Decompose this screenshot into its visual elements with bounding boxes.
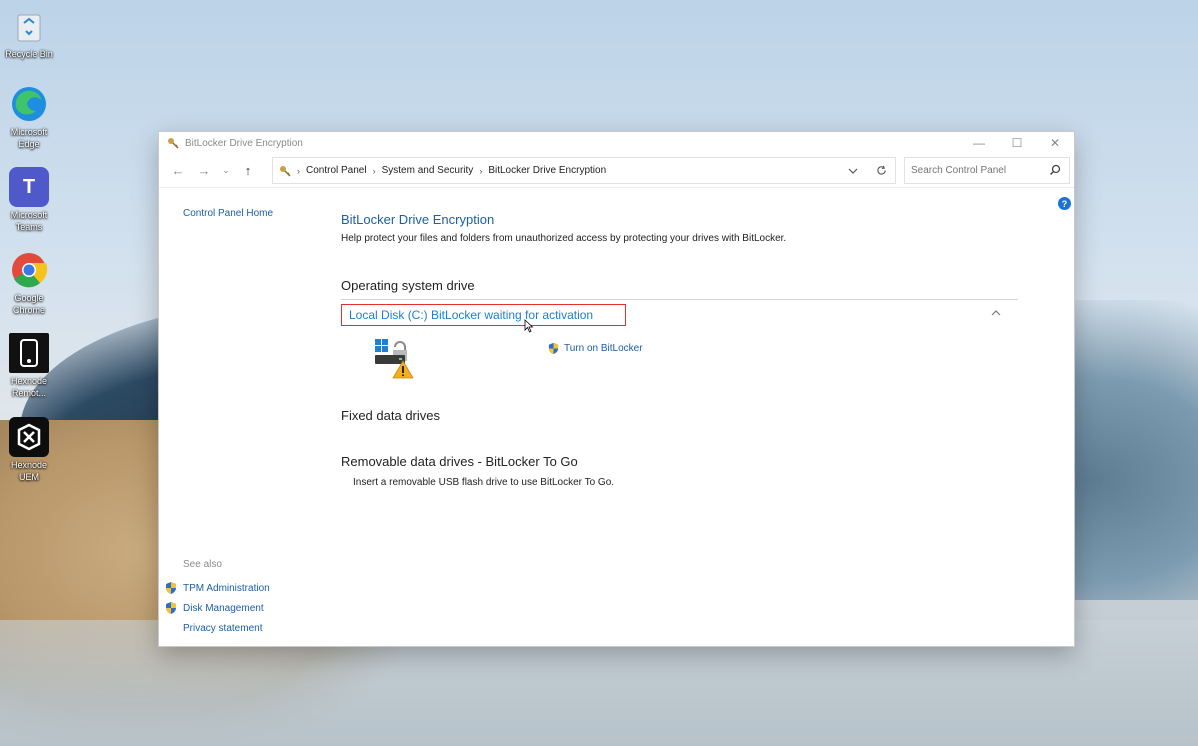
address-bar[interactable]: › Control Panel › System and Security › …	[272, 157, 896, 184]
drive-warning-icon	[375, 339, 414, 379]
forward-button[interactable]: →	[191, 158, 217, 184]
refresh-icon	[876, 165, 886, 175]
desktop-icon-hexnode-remote[interactable]: Hexnode Remot...	[3, 333, 55, 399]
search-box[interactable]	[904, 157, 1070, 184]
up-button[interactable]: ↑	[235, 158, 261, 184]
minimize-button[interactable]: —	[960, 132, 998, 154]
control-panel-home-link[interactable]: Control Panel Home	[183, 208, 273, 219]
address-actions	[839, 158, 895, 183]
see-also-item-tpm[interactable]: TPM Administration	[164, 578, 270, 598]
chevron-up-icon	[991, 310, 1001, 316]
breadcrumb-bitlocker[interactable]: BitLocker Drive Encryption	[488, 165, 606, 176]
search-input[interactable]	[911, 165, 1041, 176]
window-title: BitLocker Drive Encryption	[185, 137, 303, 149]
search-icon[interactable]	[1049, 164, 1061, 176]
desktop-icon-label: Google Chrome	[12, 293, 45, 315]
window-controls: — ☐ ✕	[960, 132, 1074, 154]
turn-on-bitlocker-link[interactable]: Turn on BitLocker	[564, 343, 643, 354]
title-bar[interactable]: BitLocker Drive Encryption — ☐ ✕	[159, 132, 1074, 154]
local-disk-c-label[interactable]: Local Disk (C:) BitLocker waiting for ac…	[349, 308, 593, 322]
desktop-icon-label: Microsoft Teams	[10, 210, 48, 232]
chevron-right-icon: ›	[479, 165, 483, 176]
help-icon[interactable]: ?	[1058, 197, 1071, 210]
bitlocker-window: BitLocker Drive Encryption — ☐ ✕ ← → ⌄ ↑…	[158, 131, 1075, 647]
disk-management-link[interactable]: Disk Management	[183, 603, 264, 614]
desktop-icon-label: Hexnode Remot...	[10, 376, 48, 398]
see-also-section: See also TPM Administration Disk Managem…	[164, 559, 270, 638]
bitlocker-key-icon	[168, 138, 179, 149]
fixed-drives-heading: Fixed data drives	[341, 408, 440, 423]
breadcrumb-system-and-security[interactable]: System and Security	[382, 165, 474, 176]
teams-icon: T	[9, 167, 49, 207]
turn-on-bitlocker-item[interactable]: Turn on BitLocker	[547, 342, 643, 355]
removable-drives-heading: Removable data drives - BitLocker To Go	[341, 454, 578, 469]
os-drive-heading: Operating system drive	[341, 278, 475, 293]
maximize-button[interactable]: ☐	[998, 132, 1036, 154]
see-also-item-disk[interactable]: Disk Management	[164, 598, 270, 618]
section-divider	[341, 299, 1018, 300]
address-dropdown-button[interactable]	[839, 158, 867, 183]
chrome-icon	[9, 250, 49, 290]
see-also-item-privacy[interactable]: Privacy statement	[164, 618, 270, 638]
uac-shield-icon	[166, 602, 176, 614]
tpm-administration-link[interactable]: TPM Administration	[183, 583, 270, 594]
uac-shield-icon	[548, 342, 559, 355]
uac-shield-icon	[166, 582, 176, 594]
desktop-icon-label: Hexnode UEM	[10, 460, 48, 482]
main-content: BitLocker Drive Encryption Help protect …	[341, 212, 1018, 488]
removable-drives-description: Insert a removable USB flash drive to us…	[353, 477, 615, 488]
desktop-icon-edge[interactable]: Microsoft Edge	[3, 84, 55, 150]
refresh-button[interactable]	[867, 158, 895, 183]
page-title: BitLocker Drive Encryption	[341, 212, 495, 227]
recycle-bin-icon	[9, 6, 49, 46]
recent-locations-button[interactable]: ⌄	[217, 158, 235, 184]
desktop-icon-hexnode-uem[interactable]: Hexnode UEM	[3, 417, 55, 483]
hexnode-remote-icon	[9, 333, 49, 373]
privacy-statement-link[interactable]: Privacy statement	[183, 623, 262, 634]
desktop-icon-label: Recycle Bin	[5, 49, 53, 59]
hexnode-uem-icon	[9, 417, 49, 457]
chevron-down-icon	[848, 168, 858, 174]
see-also-header: See also	[183, 559, 222, 570]
bitlocker-key-icon	[280, 165, 291, 177]
page-description: Help protect your files and folders from…	[341, 233, 787, 244]
close-button[interactable]: ✕	[1036, 132, 1074, 154]
desktop-icon-teams[interactable]: T Microsoft Teams	[3, 167, 55, 233]
mouse-cursor-icon	[524, 319, 534, 333]
desktop-icon-label: Microsoft Edge	[10, 127, 48, 149]
left-pane: Control Panel Home	[183, 208, 313, 219]
breadcrumb-control-panel[interactable]: Control Panel	[306, 165, 367, 176]
collapse-button[interactable]	[991, 308, 1001, 319]
navigation-bar: ← → ⌄ ↑ › Control Panel › System and Sec…	[159, 154, 1074, 188]
local-disk-c-row[interactable]: Local Disk (C:) BitLocker waiting for ac…	[341, 304, 626, 326]
desktop-icon-chrome[interactable]: Google Chrome	[3, 250, 55, 316]
back-button[interactable]: ←	[165, 158, 191, 184]
chevron-right-icon: ›	[372, 165, 376, 176]
edge-icon	[9, 84, 49, 124]
desktop-icon-recycle-bin[interactable]: Recycle Bin	[3, 6, 55, 60]
chevron-right-icon: ›	[297, 165, 300, 176]
